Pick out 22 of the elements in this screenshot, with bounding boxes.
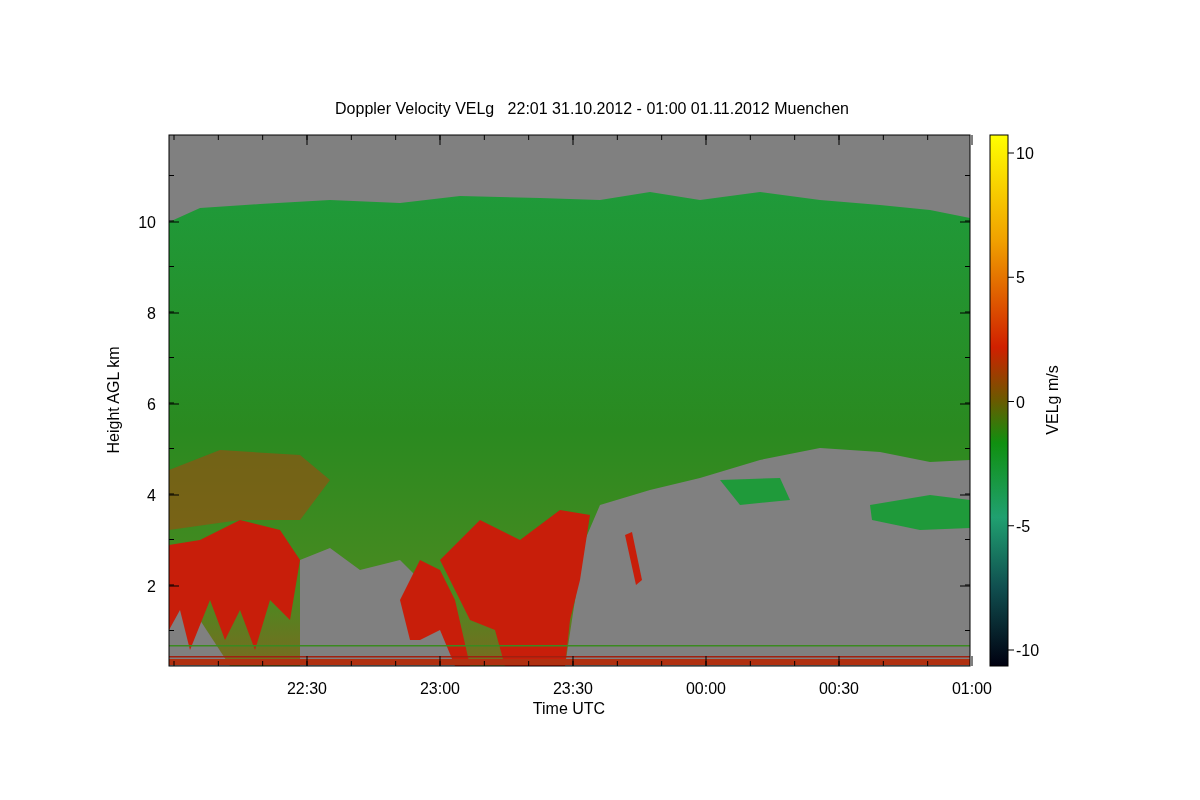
y-axis-label: Height AGL km bbox=[105, 346, 122, 454]
y-tick-label: 4 bbox=[147, 487, 156, 504]
chart-title: Doppler Velocity VELg 22:01 31.10.2012 - 01:00 01.11.2012 Muenchen bbox=[335, 100, 849, 117]
x-tick-label: 22:30 bbox=[287, 680, 327, 697]
colorbar-tick-label: 0 bbox=[1016, 393, 1025, 411]
y-tick-label: 10 bbox=[138, 214, 156, 231]
x-tick-label: 01:00 bbox=[952, 680, 992, 697]
x-tick-label: 23:00 bbox=[420, 680, 460, 697]
x-tick-label: 00:30 bbox=[819, 680, 859, 697]
rain-streak bbox=[625, 532, 642, 585]
colorbar-label: VELg m/s bbox=[1044, 365, 1061, 435]
colorbar-tick-label: -10 bbox=[1016, 642, 1040, 659]
colorbar-tick-label: 10 bbox=[1016, 145, 1034, 162]
y-tick-label: 8 bbox=[147, 305, 156, 322]
x-tick-label: 00:00 bbox=[686, 680, 726, 697]
x-tick-label: 23:30 bbox=[553, 680, 593, 697]
y-tick-label: 6 bbox=[147, 396, 156, 413]
colorbar-tick-label: 5 bbox=[1016, 269, 1025, 287]
y-tick-label: 2 bbox=[147, 578, 156, 595]
x-axis-label: Time UTC bbox=[532, 700, 606, 717]
colorbar-tick-label: -5 bbox=[1016, 517, 1031, 535]
cloud-patch bbox=[720, 478, 790, 505]
